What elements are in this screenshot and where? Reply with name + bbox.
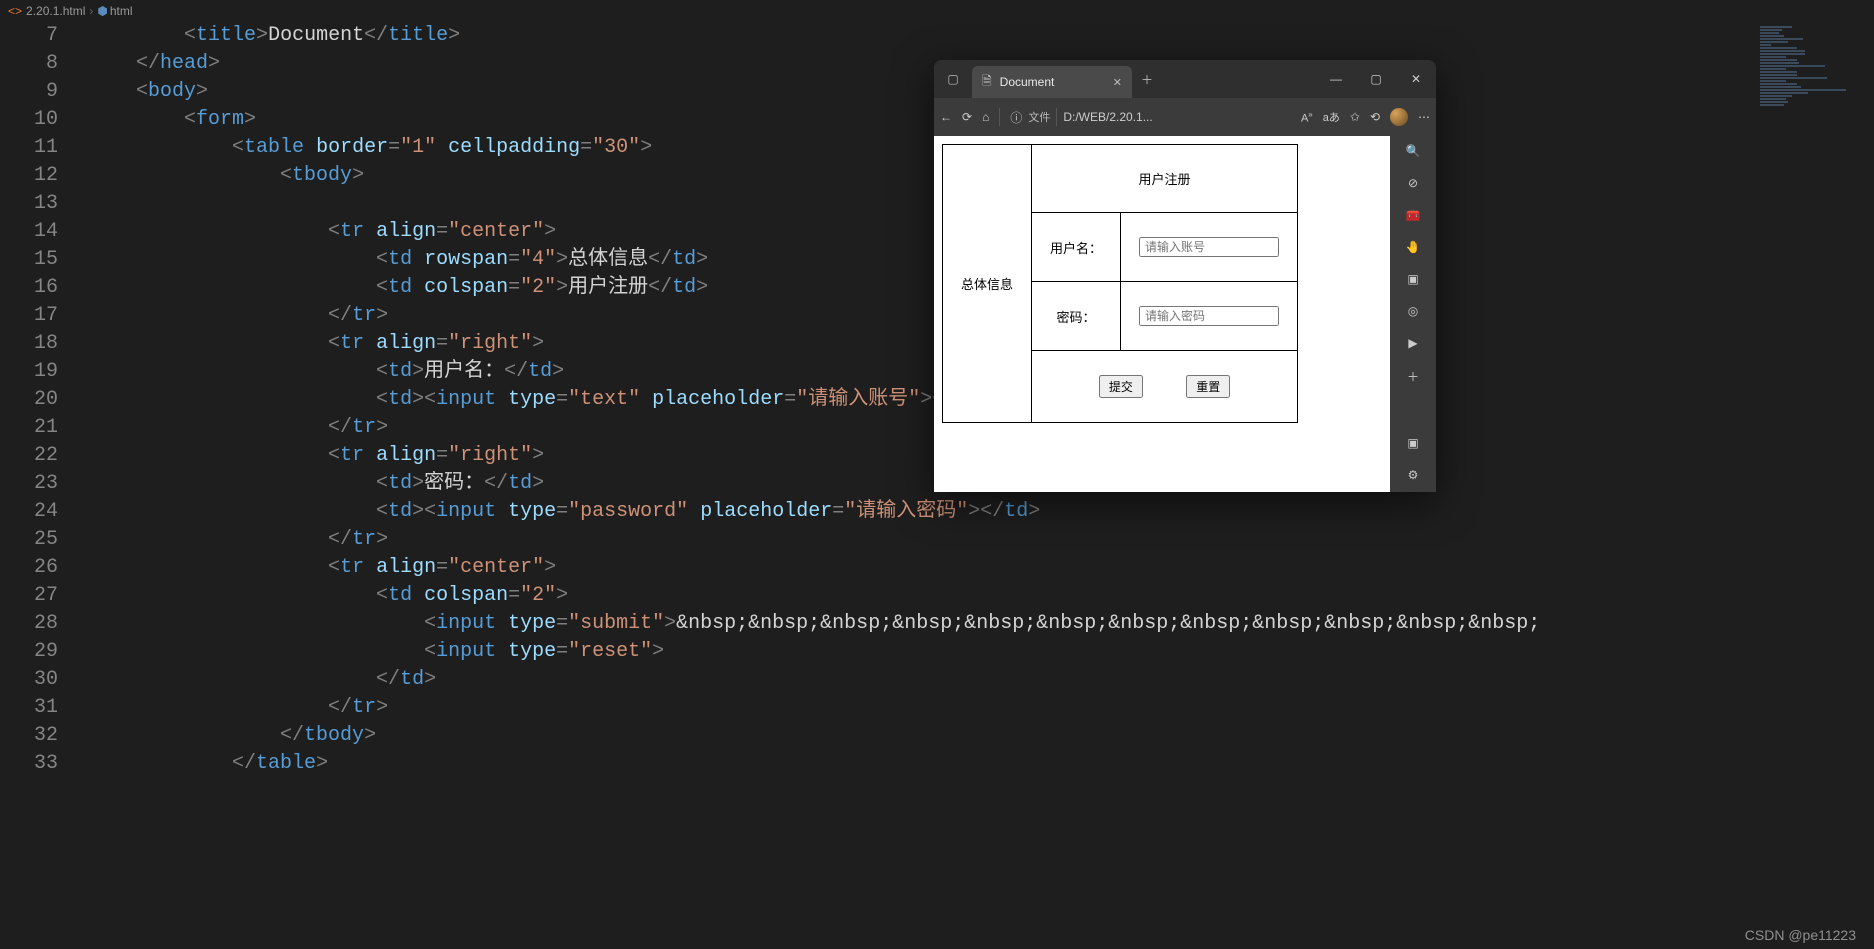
table-cell-buttons — [1032, 351, 1298, 423]
html-file-icon: <> — [8, 4, 22, 18]
close-window-icon[interactable]: ✕ — [1396, 60, 1436, 98]
toolbar-separator — [999, 108, 1000, 126]
register-table: 总体信息 用户注册 用户名： 密码： — [942, 144, 1298, 423]
url-path: D:/WEB/2.20.1... — [1063, 110, 1152, 124]
more-icon[interactable]: ⋯ — [1418, 110, 1430, 124]
book-icon[interactable]: ▣ — [1407, 272, 1418, 286]
maximize-icon[interactable]: ▢ — [1356, 60, 1396, 98]
browser-window: ▢ 🗎 Document ✕ ＋ — ▢ ✕ ← ⟳ ⌂ ⓘ 文件 D:/WEB… — [934, 60, 1436, 492]
back-icon[interactable]: ← — [940, 110, 952, 124]
browser-content-wrap: 总体信息 用户注册 用户名： 密码： — [934, 136, 1436, 492]
add-icon[interactable]: ＋ — [1407, 368, 1419, 385]
tag-icon[interactable]: ⊘ — [1408, 176, 1418, 190]
reset-button[interactable] — [1186, 375, 1230, 398]
breadcrumb-scope[interactable]: html — [110, 4, 133, 18]
breadcrumb-separator-icon: › — [89, 4, 93, 18]
camera-icon[interactable]: ◎ — [1408, 304, 1418, 318]
text-size-icon[interactable]: A» — [1301, 110, 1313, 125]
browser-tab[interactable]: 🗎 Document ✕ — [972, 66, 1132, 98]
line-number-gutter: 7891011121314151617181920212223242526272… — [0, 22, 88, 949]
minimize-icon[interactable]: — — [1316, 60, 1356, 98]
submit-button[interactable] — [1099, 375, 1143, 398]
username-input[interactable] — [1139, 237, 1279, 257]
table-cell-overall: 总体信息 — [943, 145, 1032, 423]
sync-icon[interactable]: ⟲ — [1370, 110, 1380, 124]
translate-icon[interactable]: aあ — [1323, 109, 1340, 125]
profile-avatar[interactable] — [1390, 108, 1408, 126]
table-cell-password-input — [1121, 282, 1298, 351]
panel-icon[interactable]: ▣ — [1407, 436, 1418, 450]
favorite-icon[interactable]: ✩ — [1350, 110, 1360, 124]
address-bar[interactable]: ⓘ 文件 D:/WEB/2.20.1... — [1010, 108, 1152, 126]
search-icon[interactable]: 🔍 — [1406, 144, 1421, 158]
minimap[interactable] — [1754, 22, 1874, 142]
browser-titlebar: ▢ 🗎 Document ✕ ＋ — ▢ ✕ — [934, 60, 1436, 98]
table-cell-heading: 用户注册 — [1032, 145, 1298, 213]
watermark: CSDN @pe11223 — [1745, 927, 1856, 943]
url-separator — [1056, 108, 1057, 126]
refresh-icon[interactable]: ⟳ — [962, 110, 972, 124]
register-form: 总体信息 用户注册 用户名： 密码： — [942, 144, 1382, 423]
close-tab-icon[interactable]: ✕ — [1113, 76, 1122, 89]
toolbox-icon[interactable]: 🧰 — [1406, 208, 1421, 222]
home-icon[interactable]: ⌂ — [982, 110, 989, 124]
table-cell-username-input — [1121, 213, 1298, 282]
tab-title: Document — [1000, 75, 1055, 89]
password-input[interactable] — [1139, 306, 1279, 326]
html-scope-icon: ⬢ — [97, 4, 107, 18]
settings-icon[interactable]: ⚙ — [1408, 468, 1419, 482]
tabs-overview-icon[interactable]: ▢ — [934, 60, 972, 98]
video-icon[interactable]: ▶ — [1408, 336, 1417, 350]
people-icon[interactable]: 🤚 — [1406, 240, 1421, 254]
rendered-page: 总体信息 用户注册 用户名： 密码： — [934, 136, 1390, 492]
breadcrumb-file[interactable]: 2.20.1.html — [26, 4, 85, 18]
new-tab-icon[interactable]: ＋ — [1132, 60, 1162, 98]
browser-sidebar: 🔍 ⊘ 🧰 🤚 ▣ ◎ ▶ ＋ ▣ ⚙ — [1390, 136, 1436, 492]
info-icon[interactable]: ⓘ — [1010, 109, 1022, 126]
table-cell-password-label: 密码： — [1032, 282, 1121, 351]
url-label: 文件 — [1028, 109, 1050, 125]
breadcrumb: <> 2.20.1.html › ⬢ html — [0, 0, 1874, 22]
table-cell-username-label: 用户名： — [1032, 213, 1121, 282]
browser-toolbar: ← ⟳ ⌂ ⓘ 文件 D:/WEB/2.20.1... A» aあ ✩ ⟲ ⋯ — [934, 98, 1436, 136]
page-icon: 🗎 — [982, 72, 992, 93]
